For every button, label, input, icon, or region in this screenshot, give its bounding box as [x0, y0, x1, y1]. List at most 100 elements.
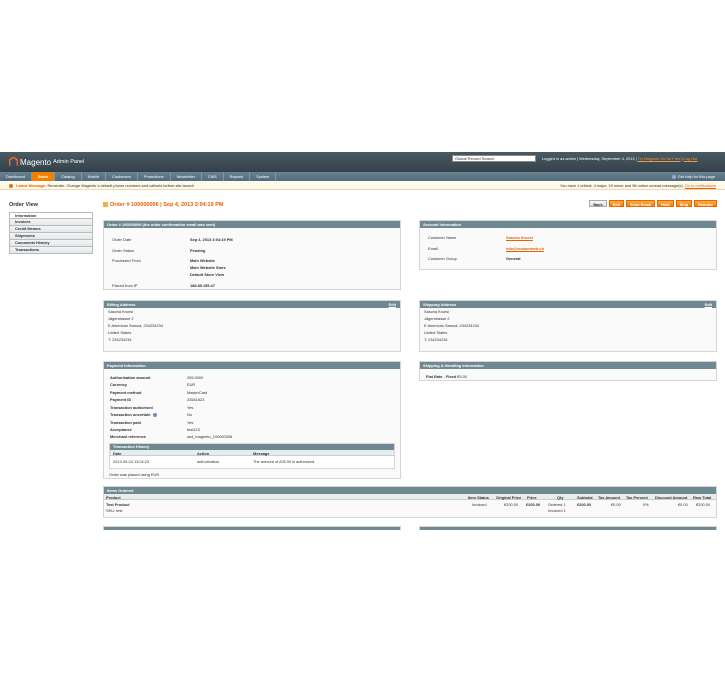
payment-footer: Order was placed using EUR — [109, 472, 160, 477]
account-info-header: Account Information — [420, 221, 716, 228]
label-placed-from-ip: Placed from IP — [112, 283, 138, 288]
nav-customers[interactable]: Customers — [106, 172, 138, 181]
payment-value: test123 — [187, 427, 200, 432]
payment-value: 205.0000 — [187, 375, 204, 380]
help-link[interactable]: Get help for this page — [671, 172, 715, 181]
label-order-date: Order Date — [112, 237, 132, 242]
back-button[interactable]: Back — [589, 200, 607, 207]
notifications-link[interactable]: Go to notifications — [685, 183, 716, 188]
col-price: Price — [527, 494, 537, 500]
send-email-button[interactable]: Send Email — [626, 200, 655, 207]
sidebar-title: Order View — [9, 202, 38, 208]
history-date: 2013-09-04 13:04:23 — [113, 459, 150, 464]
col-qty: Qty — [557, 494, 564, 500]
nav-reports[interactable]: Reports — [224, 172, 251, 181]
shipping-method-price: €5.00 — [457, 374, 467, 379]
logout-link[interactable]: Log Out — [684, 156, 698, 161]
customer-group: General — [506, 256, 521, 261]
tab-shipments[interactable]: Shipments — [9, 233, 93, 240]
latest-message-bar: Latest Message: Reminder: Change Magento… — [0, 182, 725, 190]
ship-button[interactable]: Ship — [675, 200, 693, 207]
nav-dashboard[interactable]: Dashboard — [0, 172, 33, 181]
edit-button[interactable]: Edit — [608, 200, 624, 207]
account-info-box: Account Information Customer Name Sascha… — [419, 220, 717, 270]
tab-transactions[interactable]: Transactions — [9, 247, 93, 254]
brand-subtitle: Admin Panel — [53, 159, 85, 165]
qty-ordered: Ordered 1 — [548, 502, 566, 507]
payment-info-box: Payment Information Authorisation amount… — [103, 361, 401, 479]
shipping-address-box: Shipping Address Edit Sascha Kruesi Jäge… — [419, 300, 717, 352]
tab-credit-memos[interactable]: Credit Memos — [9, 226, 93, 233]
payment-header: Payment Information — [104, 362, 400, 369]
store-name: Main Website Store — [190, 265, 226, 270]
store-view: Default Store View — [190, 272, 225, 277]
shipping-method-box: Shipping & Handling Information Flat Rat… — [419, 361, 717, 381]
notification-count-text: You have 1 critical, 4 major, 19 minor a… — [559, 183, 684, 188]
reorder-button[interactable]: Reorder — [694, 200, 717, 207]
magento-logo[interactable]: Magento Admin Panel — [9, 156, 84, 168]
payment-key: Transaction uncertain — [110, 412, 158, 417]
comments-box — [103, 526, 401, 530]
header-links: Logged in as admin | Wednesday, Septembe… — [542, 156, 697, 161]
billing-edit-link[interactable]: Edit — [389, 301, 396, 308]
col-product: Product — [106, 494, 121, 500]
customer-email-link[interactable]: info@customweb.ch — [506, 246, 544, 251]
tab-information[interactable]: Information — [9, 212, 93, 219]
order-view-sidebar: Order View Information Invoices Credit M… — [9, 202, 93, 254]
nav-system[interactable]: System — [250, 172, 277, 181]
shipping-header-text: Shipping Address — [423, 302, 457, 307]
admin-screen: Magento Admin Panel Global Record Search… — [0, 152, 725, 530]
tab-comments-history[interactable]: Comments History — [9, 240, 93, 247]
original-price: €200.00 — [504, 502, 519, 507]
nav-catalog[interactable]: Catalog — [55, 172, 82, 181]
label-customer-group: Customer Group — [428, 256, 457, 261]
col-date: Date — [113, 450, 122, 456]
latest-message-text: Reminder: Change Magento`s default phone… — [47, 183, 195, 188]
col-tax-percent: Tax Percent — [626, 494, 648, 500]
shipping-edit-link[interactable]: Edit — [705, 301, 712, 308]
billing-header-text: Billing Address — [107, 302, 136, 307]
global-search-input[interactable]: Global Record Search — [452, 155, 536, 162]
qty-invoiced: Invoiced 1 — [548, 508, 566, 513]
customer-name-link[interactable]: Sascha Kruesi — [506, 235, 533, 240]
shipping-line: Sascha Kruesi — [424, 309, 450, 314]
nav-sales[interactable]: Sales — [32, 172, 56, 181]
nav-newsletter[interactable]: Newsletter — [171, 172, 202, 181]
payment-key: Transaction authorised — [110, 405, 153, 410]
hold-button[interactable]: Hold — [656, 200, 674, 207]
magento-logo-icon — [9, 156, 18, 167]
nav-cms[interactable]: CMS — [202, 172, 224, 181]
comments-header — [104, 527, 400, 530]
placed-from-ip: 188.85.155.47 — [190, 283, 215, 288]
tax-amount: €0.00 — [611, 502, 621, 507]
try-magento-link[interactable]: Try Magento Go for Free — [638, 156, 681, 161]
discount-amount: €0.00 — [678, 502, 688, 507]
col-discount-amount: Discount Amount — [655, 494, 688, 500]
payment-key: Payment method — [110, 390, 142, 395]
payment-value: No — [187, 412, 192, 417]
page-title: Order # 100000006 | Sep 4, 2013 3:04:19 … — [103, 202, 223, 208]
label-order-status: Order Status — [112, 248, 135, 253]
payment-value: sed_magento_100000006 — [187, 434, 233, 439]
payment-key: Currency — [110, 382, 128, 387]
label-customer-name: Customer Name — [428, 235, 457, 240]
price: €200.00 — [526, 502, 541, 507]
payment-value: Yes — [187, 420, 194, 425]
shipping-method-header: Shipping & Handling Information — [420, 362, 716, 369]
shipping-line: T: 234234234 — [424, 337, 448, 342]
payment-value: 23541623 — [187, 397, 205, 402]
billing-address-lines: Sascha Kruesi Jägerstrasse 2 E American … — [108, 308, 163, 343]
nav-mobile[interactable]: Mobile — [82, 172, 107, 181]
subtotal: €200.00 — [577, 502, 592, 507]
item-status: Invoiced — [472, 502, 487, 507]
payment-value: EUR — [187, 382, 196, 387]
payment-key: Acceptance — [110, 427, 132, 432]
help-icon[interactable] — [153, 412, 158, 417]
order-info-header: Order # 100000006 (the order confirmatio… — [104, 221, 400, 228]
row-total: €200.00 — [696, 502, 711, 507]
nav-promotions[interactable]: Promotions — [138, 172, 171, 181]
payment-key: Merchant reference — [110, 434, 146, 439]
help-link-label: Get help for this page — [677, 174, 715, 179]
product-name: Test Product — [106, 502, 130, 507]
tab-invoices[interactable]: Invoices — [9, 219, 93, 226]
